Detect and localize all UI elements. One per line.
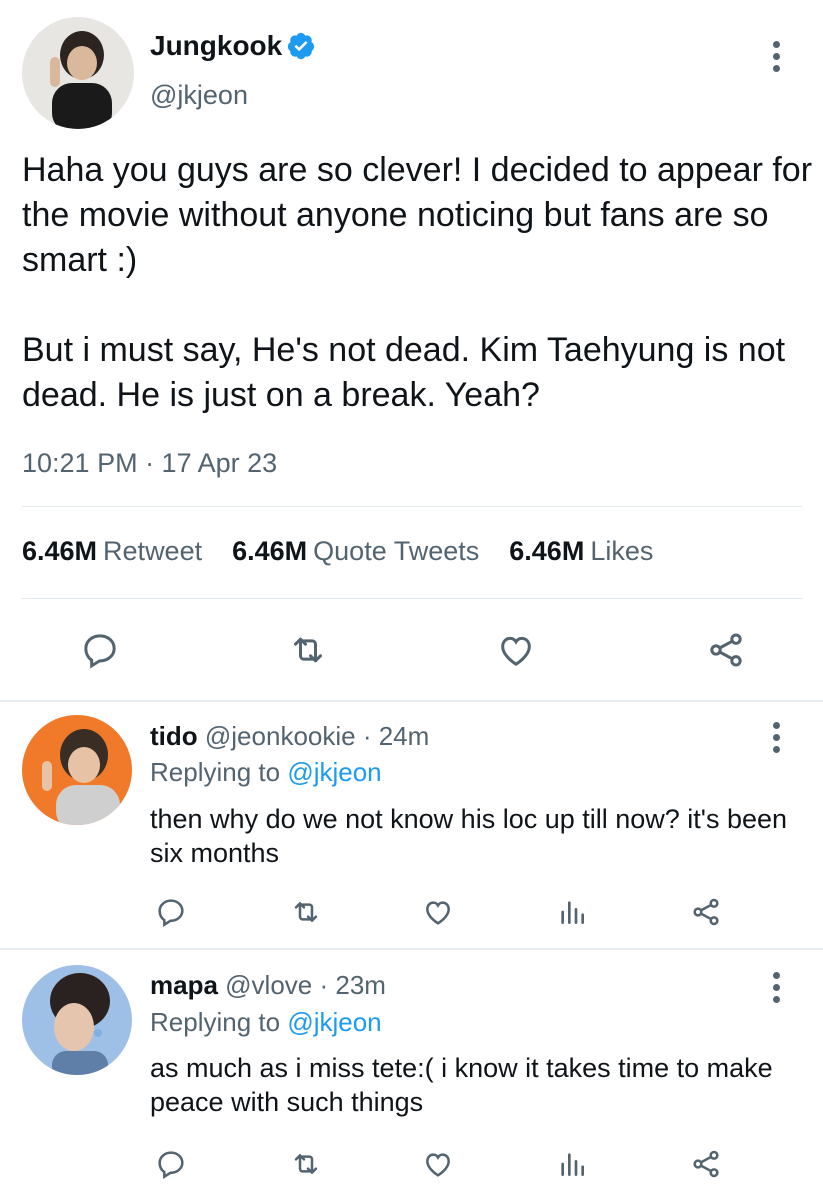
retweet-icon[interactable] (286, 1144, 326, 1184)
replying-label: Replying to (150, 1007, 281, 1037)
retweets-count: 6.46M (22, 536, 98, 566)
like-icon[interactable] (492, 626, 540, 674)
share-icon[interactable] (702, 626, 750, 674)
replying-label: Replying to (150, 757, 281, 787)
quotes-label: Quote Tweets (313, 536, 480, 566)
reply-author-handle[interactable]: @vlove (225, 970, 312, 1000)
reply-avatar[interactable] (22, 965, 132, 1075)
divider (22, 598, 802, 599)
author-handle[interactable]: @jkjeon (150, 80, 248, 111)
analytics-icon[interactable] (552, 1144, 592, 1184)
reply-action-bar (0, 1144, 823, 1190)
like-icon[interactable] (418, 1144, 458, 1184)
reply-time[interactable]: · 24m (363, 721, 429, 751)
reply-text: then why do we not know his loc up till … (150, 804, 788, 868)
replying-to: Replying to @jkjeon (150, 1007, 382, 1038)
divider (22, 506, 802, 507)
reply-header: mapa @vlove · 23m (150, 970, 386, 1001)
likes-count: 6.46M (509, 536, 585, 566)
more-options-icon[interactable] (773, 972, 780, 1003)
likes-stat[interactable]: 6.46M Likes (509, 536, 653, 567)
tweet-timestamp[interactable]: 10:21 PM · 17 Apr 23 (22, 448, 277, 479)
reply-time[interactable]: · 23m (319, 970, 385, 1000)
share-icon[interactable] (686, 1144, 726, 1184)
tweet-stats: 6.46M Retweet 6.46M Quote Tweets 6.46M Like… (22, 536, 653, 567)
reply-author-name[interactable]: tido (150, 721, 198, 751)
reply-avatar[interactable] (22, 715, 132, 825)
like-icon[interactable] (418, 892, 458, 932)
more-options-icon[interactable] (773, 41, 780, 72)
reply-text: as much as i miss tete:( i know it takes… (150, 1053, 773, 1117)
author-avatar[interactable] (22, 17, 134, 129)
reply-icon[interactable] (151, 1144, 191, 1184)
likes-label: Likes (590, 536, 654, 566)
reply-header: tido @jeonkookie · 24m (150, 721, 429, 752)
author-name-text[interactable]: Jungkook (150, 30, 282, 62)
reply-tweet[interactable]: tido @jeonkookie · 24m Replying to @jkje… (0, 702, 823, 948)
share-icon[interactable] (686, 892, 726, 932)
verified-badge-icon (286, 31, 316, 61)
reply-icon[interactable] (76, 626, 124, 674)
retweets-label: Retweet (103, 536, 203, 566)
tweet-action-bar (0, 618, 823, 682)
replying-to: Replying to @jkjeon (150, 757, 382, 788)
reply-author-name[interactable]: mapa (150, 970, 218, 1000)
retweet-icon[interactable] (286, 892, 326, 932)
quotes-count: 6.46M (232, 536, 308, 566)
replying-mention[interactable]: @jkjeon (287, 1007, 381, 1037)
reply-action-bar (0, 892, 823, 938)
analytics-icon[interactable] (552, 892, 592, 932)
tweet-paragraph-1: Haha you guys are so clever! I decided t… (22, 151, 813, 279)
tweet-text: Haha you guys are so clever! I decided t… (22, 148, 817, 418)
reply-icon[interactable] (151, 892, 191, 932)
replying-mention[interactable]: @jkjeon (287, 757, 381, 787)
retweets-stat[interactable]: 6.46M Retweet (22, 536, 202, 567)
more-options-icon[interactable] (773, 722, 780, 753)
tweet-paragraph-2: But i must say, He's not dead. Kim Taehy… (22, 331, 786, 414)
reply-tweet[interactable]: mapa @vlove · 23m Replying to @jkjeon as… (0, 950, 823, 1200)
reply-author-handle[interactable]: @jeonkookie (205, 721, 356, 751)
quotes-stat[interactable]: 6.46M Quote Tweets (232, 536, 479, 567)
main-tweet: Jungkook @jkjeon Haha you guys are so cl… (0, 0, 823, 700)
retweet-icon[interactable] (284, 626, 332, 674)
author-name[interactable]: Jungkook (150, 30, 316, 62)
